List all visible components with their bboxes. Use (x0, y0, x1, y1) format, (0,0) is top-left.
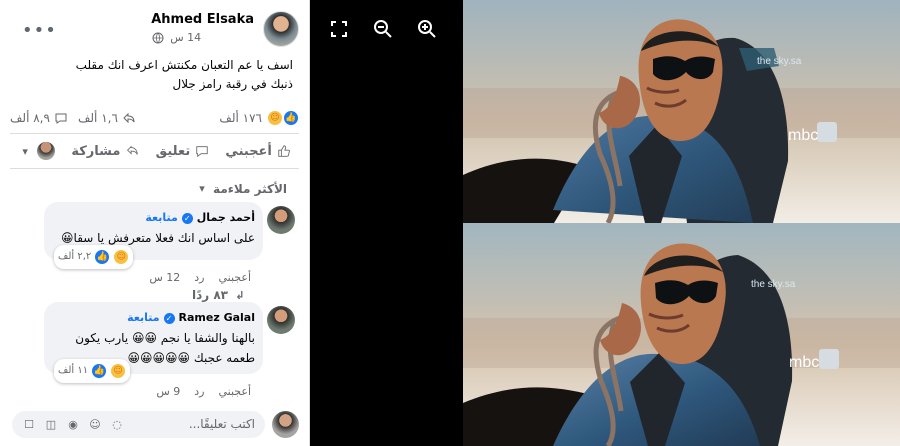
follow-button[interactable]: متابعة (145, 208, 177, 228)
watermark-text: mbc (789, 354, 819, 371)
comment-author-row: أحمد جمال ✓ متابعة (52, 208, 255, 228)
comment-input[interactable]: اكتب تعليقًا... ☐ ◫ ◉ ☺ ◌ (12, 410, 265, 438)
post-stats: ☺ 👍 ١٧٦ ألف ٨,٩ ألف ١,٦ ألف (0, 103, 309, 133)
like-reaction-icon: 👍 (91, 363, 108, 379)
comment-reaction-count: ١١ ألف (58, 365, 89, 376)
share-count: ١,٦ ألف (77, 111, 118, 125)
post-header: Ahmed Elsaka 14 س ••• (0, 0, 309, 58)
comment-icon (195, 144, 209, 158)
share-icon (122, 111, 136, 125)
reaction-icons: ☺ 👍 (267, 110, 299, 126)
like-icon (277, 144, 291, 158)
photo-viewer: the sky.sa mbc the sky.sa mbc (310, 0, 900, 446)
share-button[interactable]: مشاركة (71, 144, 139, 159)
post-sidebar: Ahmed Elsaka 14 س ••• اسف يا عم التعبان … (0, 0, 310, 446)
sort-label: الأكثر ملاءمة (213, 181, 287, 196)
comment-icon (54, 111, 68, 125)
comment-label: تعليق (155, 143, 191, 159)
comment-composer: اكتب تعليقًا... ☐ ◫ ◉ ☺ ◌ (12, 410, 299, 438)
laugh-reaction-icon: ☺ (110, 363, 127, 379)
comment-item: Ramez Galal ✓ متابعة بالهنا والشفا يا نج… (0, 302, 309, 402)
post-author[interactable]: Ahmed Elsaka (151, 12, 254, 27)
comment-reaction-count: ٢,٢ ألف (58, 251, 92, 262)
viewer-toolbar (328, 18, 438, 40)
comment-bubble: أحمد جمال ✓ متابعة على اساس انك فعلا متع… (44, 202, 263, 269)
globe-icon (151, 31, 165, 45)
comment-time[interactable]: 9 س (156, 385, 180, 398)
photo-frame: the sky.sa mbc (463, 223, 900, 446)
share-count-item[interactable]: ١,٦ ألف (78, 111, 136, 125)
reaction-count[interactable]: ١٧٦ ألف (219, 111, 262, 125)
comment-reaction-summary[interactable]: ☺ 👍 ٢,٢ ألف (54, 245, 134, 269)
comment-count-item[interactable]: ٨,٩ ألف (10, 111, 68, 125)
view-replies-link[interactable]: ↲ ٨٣ ردًا (0, 288, 247, 302)
share-label: مشاركة (71, 143, 121, 159)
seat-text: the sky.sa (751, 279, 796, 290)
more-options-icon[interactable]: ••• (22, 20, 57, 41)
composer-icons: ☐ ◫ ◉ ☺ ◌ (22, 417, 124, 431)
comment-author[interactable]: Ramez Galal (179, 308, 255, 328)
post-meta: Ahmed Elsaka 14 س (151, 12, 254, 45)
comment-like-button[interactable]: أعجبني (218, 385, 251, 398)
composer-avatar (272, 410, 299, 438)
post-time[interactable]: 14 س (170, 31, 201, 44)
comment-reply-button[interactable]: رد (194, 271, 204, 284)
like-reaction-icon: 👍 (283, 110, 299, 126)
seat-text: the sky.sa (757, 56, 802, 67)
like-reaction-icon: 👍 (94, 249, 111, 265)
follow-button[interactable]: متابعة (127, 308, 159, 328)
post-action-bar: أعجبني تعليق مشاركة ▾ (10, 133, 299, 169)
laugh-reaction-icon: ☺ (113, 249, 130, 265)
post-text: اسف يا عم التعبان مكنتش اعرف انك مقلب ذن… (0, 56, 309, 94)
comment-actions: أعجبني رد 12 س (0, 271, 263, 284)
like-button[interactable]: أعجبني (225, 144, 290, 159)
comment-like-button[interactable]: أعجبني (218, 271, 251, 284)
comment-author-row: Ramez Galal ✓ متابعة (52, 308, 255, 328)
post-text-line: اسف يا عم التعبان مكنتش اعرف انك مقلب (75, 58, 293, 72)
comment-count: ٨,٩ ألف (10, 111, 50, 125)
chevron-down-icon: ▾ (199, 182, 205, 195)
share-icon (125, 144, 139, 158)
post-photo: the sky.sa mbc the sky.sa mbc (463, 0, 900, 446)
reply-arrow-icon: ↲ (235, 288, 245, 302)
sticker-face-icon[interactable]: ◌ (110, 417, 124, 431)
expand-icon[interactable] (328, 18, 350, 40)
comment-reply-button[interactable]: رد (194, 385, 204, 398)
current-user-avatar (37, 142, 56, 160)
audience-selector[interactable]: ▾ (18, 142, 56, 160)
comment-reaction-summary[interactable]: ☺ 👍 ١١ ألف (54, 359, 131, 383)
author-avatar[interactable] (263, 11, 299, 47)
post-time-row: 14 س (151, 31, 254, 45)
post-text-line: ذنبك في رقبة رامز جلال (172, 77, 293, 91)
verified-icon: ✓ (181, 212, 193, 224)
zoom-out-icon[interactable] (372, 18, 394, 40)
zoom-in-icon[interactable] (416, 18, 438, 40)
photo-frame: the sky.sa mbc (463, 0, 900, 223)
watermark-text: mbc (788, 127, 818, 144)
replies-count: ٨٣ ردًا (191, 288, 228, 302)
comment-bubble: Ramez Galal ✓ متابعة بالهنا والشفا يا نج… (44, 302, 263, 383)
post-counts: ٨,٩ ألف ١,٦ ألف (10, 111, 136, 125)
chevron-down-icon: ▾ (22, 144, 28, 158)
gif-icon[interactable]: ◫ (44, 417, 58, 431)
comment-actions: أعجبني رد 9 س (0, 385, 263, 398)
laugh-reaction-icon: ☺ (267, 110, 283, 126)
comment-time[interactable]: 12 س (149, 271, 180, 284)
comment-author[interactable]: أحمد جمال (197, 208, 255, 228)
comment-button[interactable]: تعليق (156, 144, 210, 159)
comment-placeholder: اكتب تعليقًا... (188, 417, 255, 431)
sticker-icon[interactable]: ☐ (22, 417, 36, 431)
emoji-icon[interactable]: ☺ (88, 417, 102, 431)
comment-sort[interactable]: الأكثر ملاءمة ▾ (0, 175, 309, 202)
comment-avatar[interactable] (267, 306, 295, 334)
comment-item: أحمد جمال ✓ متابعة على اساس انك فعلا متع… (0, 202, 309, 302)
verified-icon: ✓ (163, 312, 175, 324)
reaction-summary[interactable]: ☺ 👍 ١٧٦ ألف (219, 110, 299, 126)
camera-icon[interactable]: ◉ (66, 417, 80, 431)
like-label: أعجبني (225, 143, 272, 159)
comment-avatar[interactable] (267, 206, 295, 234)
